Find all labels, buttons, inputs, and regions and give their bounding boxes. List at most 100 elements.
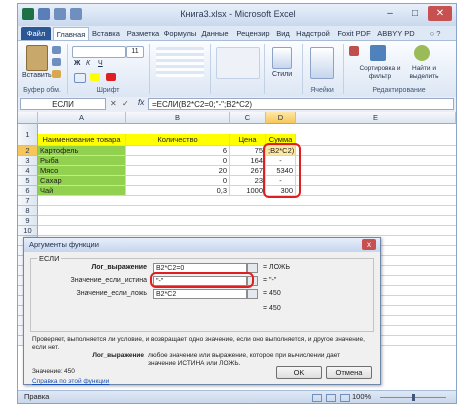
zoom-level[interactable]: 100% <box>352 391 371 403</box>
font-size-select[interactable]: 11 <box>126 46 144 58</box>
table-cell[interactable]: Мясо <box>38 166 126 176</box>
underline-icon[interactable]: Ч <box>98 60 103 67</box>
table-cell[interactable]: 267 <box>230 166 266 176</box>
row-header-9[interactable]: 9 <box>18 216 38 226</box>
tab-home[interactable]: Главная <box>53 27 89 41</box>
table-cell[interactable]: 75 <box>230 146 266 156</box>
table-cell[interactable]: Чай <box>38 186 126 196</box>
group-editing-label: Редактирование <box>372 87 426 94</box>
sort-label: Сортировка и фильтр <box>359 65 401 80</box>
table-cell[interactable]: 0,3 <box>126 186 230 196</box>
column-header-e[interactable]: E <box>296 112 456 124</box>
cut-icon[interactable] <box>52 46 61 54</box>
save-icon[interactable] <box>38 8 50 20</box>
table-cell[interactable]: 23 <box>230 176 266 186</box>
number-format-icon[interactable] <box>216 47 260 79</box>
dialog-close-icon[interactable]: x <box>362 239 376 250</box>
arg-result-value-if-true: = "-" <box>263 277 277 284</box>
find-select-icon[interactable] <box>414 45 430 61</box>
row-header-4[interactable]: 4 <box>18 166 38 176</box>
formula-input[interactable]: =ЕСЛИ(B2*C2=0;"-";B2*C2) <box>148 98 454 110</box>
window-title: Книга3.xlsx - Microsoft Excel <box>180 9 296 19</box>
ok-button[interactable]: OK <box>276 366 322 379</box>
column-header-b[interactable]: B <box>126 112 230 124</box>
tab-abbyy-pdf[interactable]: ABBYY PD <box>375 27 417 40</box>
table-cell[interactable]: Картофель <box>38 146 126 156</box>
row-header-7[interactable]: 7 <box>18 196 38 206</box>
paste-label: Вставить <box>22 72 52 79</box>
table-cell[interactable]: 0 <box>126 156 230 166</box>
table-cell[interactable]: Рыба <box>38 156 126 166</box>
table-cell[interactable]: 1000 <box>230 186 266 196</box>
tab-addins[interactable]: Надстрой <box>293 27 333 40</box>
table-cell[interactable]: 0 <box>126 176 230 186</box>
group-font-label: Шрифт <box>96 87 120 94</box>
fill-color-icon[interactable] <box>90 73 100 81</box>
table-cell[interactable]: 6 <box>126 146 230 156</box>
table-cell[interactable]: 164 <box>230 156 266 166</box>
ribbon-separator <box>210 44 211 94</box>
help-link[interactable]: Справка по этой функции <box>32 378 109 386</box>
cancel-button[interactable]: Отмена <box>326 366 372 379</box>
collapse-dialog-icon[interactable] <box>247 289 258 299</box>
tab-review[interactable]: Рецензир <box>233 27 273 40</box>
confirm-entry-icon[interactable]: ✓ <box>122 99 129 108</box>
font-color-icon[interactable] <box>106 73 116 81</box>
zoom-slider-thumb[interactable] <box>412 394 415 401</box>
paste-icon[interactable] <box>26 45 48 71</box>
excel-logo-icon <box>22 8 34 20</box>
table-header-cell[interactable]: Наименование товара <box>38 134 126 146</box>
column-header-c[interactable]: C <box>230 112 266 124</box>
format-painter-icon[interactable] <box>52 70 61 78</box>
row-header-8[interactable]: 8 <box>18 206 38 216</box>
maximize-icon[interactable]: □ <box>403 6 427 21</box>
arg-input-value-if-false[interactable]: B2*C2 <box>153 289 247 299</box>
row-header-2[interactable]: 2 <box>18 146 38 156</box>
table-header-cell[interactable]: Количество <box>126 134 230 146</box>
borders-icon[interactable] <box>74 73 86 83</box>
insert-delete-format-icon[interactable] <box>310 47 334 79</box>
arg-label-value-if-false: Значение_если_ложь <box>76 290 147 297</box>
minimize-icon[interactable]: – <box>378 6 402 21</box>
styles-icon[interactable] <box>272 47 292 69</box>
undo-icon[interactable] <box>54 8 66 20</box>
column-header-d[interactable]: D <box>266 112 296 124</box>
table-header-cell[interactable]: Цена <box>230 134 266 146</box>
table-cell[interactable]: Сахар <box>38 176 126 186</box>
autosum-icon[interactable] <box>349 46 359 56</box>
alignment-icon[interactable] <box>156 47 204 77</box>
tab-formulas[interactable]: Формулы <box>163 27 197 40</box>
close-icon[interactable]: ✕ <box>428 6 452 21</box>
cancel-entry-icon[interactable]: ✕ <box>110 99 117 108</box>
row-header-5[interactable]: 5 <box>18 176 38 186</box>
tab-insert[interactable]: Вставка <box>89 27 123 40</box>
column-header-a[interactable]: A <box>38 112 126 124</box>
italic-icon[interactable]: К <box>86 60 90 67</box>
row-header-6[interactable]: 6 <box>18 186 38 196</box>
insert-function-icon[interactable]: fx <box>138 98 144 107</box>
function-name: ЕСЛИ <box>37 254 62 263</box>
copy-icon[interactable] <box>52 58 61 66</box>
bold-icon[interactable]: Ж <box>74 60 80 67</box>
redo-icon[interactable] <box>70 8 82 20</box>
arg-result-logical-test: = ЛОЖЬ <box>263 264 290 271</box>
page-layout-icon[interactable] <box>326 394 336 402</box>
highlight-ring <box>263 143 301 198</box>
select-all-corner[interactable] <box>18 112 38 124</box>
tab-layout[interactable]: Разметка <box>125 27 161 40</box>
tab-file[interactable]: Файл <box>21 27 51 40</box>
tab-foxit-pdf[interactable]: Foxit PDF <box>335 27 373 40</box>
sort-filter-icon[interactable] <box>370 45 386 61</box>
help-icon[interactable]: ○ ? <box>420 27 450 40</box>
font-name-select[interactable] <box>72 46 126 58</box>
row-header-3[interactable]: 3 <box>18 156 38 166</box>
row-header-10[interactable]: 10 <box>18 226 38 236</box>
tab-data[interactable]: Данные <box>199 27 231 40</box>
normal-view-icon[interactable] <box>312 394 322 402</box>
page-break-icon[interactable] <box>340 394 350 402</box>
table-cell[interactable]: 20 <box>126 166 230 176</box>
name-box[interactable]: ЕСЛИ <box>20 98 106 110</box>
tab-view[interactable]: Вид <box>275 27 291 40</box>
row-header-1[interactable]: 1 <box>18 124 38 146</box>
parameter-name: Лог_выражение <box>92 352 144 359</box>
